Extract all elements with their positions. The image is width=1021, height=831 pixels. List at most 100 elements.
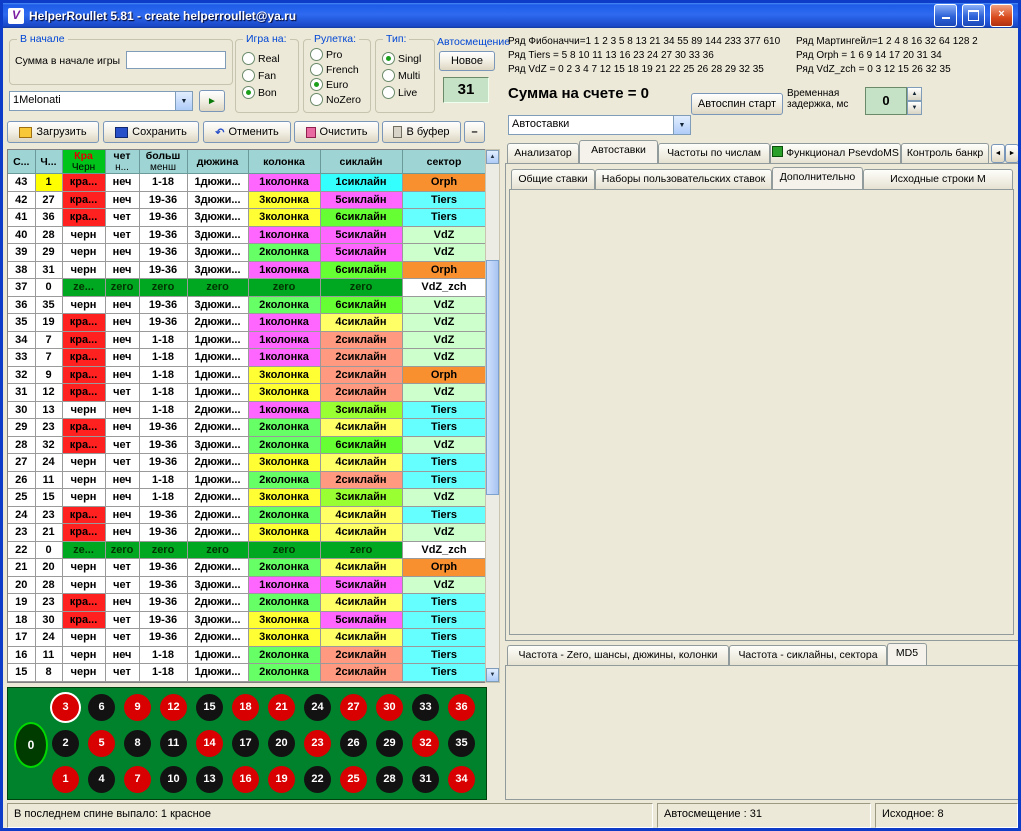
roulette-number[interactable]: 16 (232, 766, 259, 793)
table-row[interactable]: 4136кра...чет19-363дюжи...3колонка6сикла… (8, 209, 486, 227)
radio-fan[interactable]: Fan (242, 67, 276, 85)
roulette-number[interactable]: 17 (232, 730, 259, 757)
column-header[interactable]: КраЧерн (62, 150, 105, 174)
table-row[interactable]: 2724чернчет19-362дюжи...3колонка4сиклайн… (8, 454, 486, 472)
table-row[interactable]: 2423кра...неч19-362дюжи...2колонка4сикла… (8, 506, 486, 524)
tab-number-frequency[interactable]: Частоты по числам (658, 143, 770, 163)
scroll-up-icon[interactable]: ▲ (486, 150, 499, 164)
tab-psevdoms[interactable]: Функционал PsevdoMS (770, 143, 901, 163)
roulette-zero[interactable]: 0 (14, 722, 48, 768)
table-row[interactable]: 158чернчет1-181дюжи...2колонка2сиклайнTi… (8, 664, 486, 682)
roulette-number[interactable]: 32 (412, 730, 439, 757)
table-row[interactable]: 220ze...zerozerozerozerozeroVdZ_zch (8, 541, 486, 559)
maximize-button[interactable] (962, 4, 985, 27)
table-row[interactable]: 4227кра...неч19-363дюжи...3колонка5сикла… (8, 191, 486, 209)
roulette-number[interactable]: 19 (268, 766, 295, 793)
tab-bankroll-control[interactable]: Контроль банкр (901, 143, 989, 163)
table-row[interactable]: 2028чернчет19-363дюжи...1колонка5сиклайн… (8, 576, 486, 594)
table-row[interactable]: 2321кра...неч19-362дюжи...3колонка4сикла… (8, 524, 486, 542)
tab-source-strings[interactable]: Исходные строки М (863, 169, 1013, 189)
scroll-down-icon[interactable]: ▼ (486, 668, 499, 682)
table-row[interactable]: 347кра...неч1-181дюжи...1колонка2сиклайн… (8, 331, 486, 349)
start-sum-input[interactable] (126, 51, 226, 69)
roulette-number[interactable]: 23 (304, 730, 331, 757)
tab-md5[interactable]: MD5 (887, 643, 927, 665)
table-row[interactable]: 2923кра...неч19-362дюжи...2колонка4сикла… (8, 419, 486, 437)
roulette-number[interactable]: 30 (376, 694, 403, 721)
column-header[interactable]: дюжина (187, 150, 248, 174)
minimize-button[interactable] (934, 4, 957, 27)
radio-multi[interactable]: Multi (382, 67, 420, 85)
close-button[interactable]: × (990, 4, 1013, 27)
roulette-number[interactable]: 15 (196, 694, 223, 721)
chevron-down-icon[interactable]: ▼ (175, 92, 192, 110)
roulette-number[interactable]: 6 (88, 694, 115, 721)
roulette-number[interactable]: 28 (376, 766, 403, 793)
play-button[interactable]: ► (199, 90, 225, 112)
roulette-number[interactable]: 7 (124, 766, 151, 793)
tab-analyzer[interactable]: Анализатор (507, 143, 579, 163)
table-row[interactable]: 329кра...неч1-181дюжи...3колонка2сиклайн… (8, 366, 486, 384)
column-header[interactable]: сиклайн (320, 150, 402, 174)
roulette-number[interactable]: 21 (268, 694, 295, 721)
roulette-number[interactable]: 25 (340, 766, 367, 793)
collapse-button[interactable]: – (464, 121, 485, 143)
column-header[interactable]: четн... (105, 150, 139, 174)
profile-combo[interactable]: 1Melonati ▼ (9, 91, 193, 111)
roulette-number[interactable]: 20 (268, 730, 295, 757)
table-row[interactable]: 3635черннеч19-363дюжи...2колонка6сиклайн… (8, 296, 486, 314)
spin-down-icon[interactable]: ▼ (907, 101, 922, 115)
table-row[interactable]: 3519кра...неч19-362дюжи...1колонка4сикла… (8, 314, 486, 332)
table-row[interactable]: 1611черннеч1-181дюжи...2колонка2сиклайнT… (8, 646, 486, 664)
roulette-number[interactable]: 35 (448, 730, 475, 757)
roulette-number[interactable]: 14 (196, 730, 223, 757)
table-row[interactable]: 370ze...zerozerozerozerozeroVdZ_zch (8, 279, 486, 297)
radio-real[interactable]: Real (242, 50, 280, 68)
tab-scroll-right-icon[interactable]: ► (1005, 144, 1019, 163)
column-header[interactable]: С... (8, 150, 35, 174)
table-row[interactable]: 2611черннеч1-181дюжи...2колонка2сиклайнT… (8, 471, 486, 489)
roulette-number[interactable]: 22 (304, 766, 331, 793)
radio-bon[interactable]: Bon (242, 84, 277, 102)
tab-autobets[interactable]: Автоставки (579, 140, 658, 163)
clear-button[interactable]: Очистить (294, 121, 379, 143)
roulette-number[interactable]: 31 (412, 766, 439, 793)
tab-freq-zero-chances[interactable]: Частота - Zero, шансы, дюжины, колонки (507, 645, 729, 665)
roulette-number[interactable]: 11 (160, 730, 187, 757)
tab-common-bets[interactable]: Общие ставки (511, 169, 595, 189)
tab-extra[interactable]: Дополнительно (772, 167, 863, 189)
chevron-down-icon[interactable]: ▼ (673, 116, 690, 134)
to-buffer-button[interactable]: В буфер (382, 121, 461, 143)
column-header[interactable]: большменш (139, 150, 187, 174)
roulette-number[interactable]: 1 (52, 766, 79, 793)
table-row[interactable]: 4028чернчет19-363дюжи...1колонка5сиклайн… (8, 226, 486, 244)
column-header[interactable]: Ч... (35, 150, 62, 174)
tab-user-bet-sets[interactable]: Наборы пользовательских ставок (595, 169, 772, 189)
table-row[interactable]: 3013черннеч1-182дюжи...1колонка3сиклайнT… (8, 401, 486, 419)
save-button[interactable]: Сохранить (103, 121, 199, 143)
roulette-number[interactable]: 24 (304, 694, 331, 721)
roulette-number[interactable]: 4 (88, 766, 115, 793)
delay-spinner[interactable]: 0 ▲▼ (865, 87, 922, 115)
tab-scroll-left-icon[interactable]: ◄ (991, 144, 1005, 163)
autobets-combo[interactable]: Автоставки ▼ (508, 115, 691, 135)
roulette-number[interactable]: 27 (340, 694, 367, 721)
tab-freq-sixlines-sectors[interactable]: Частота - сиклайны, сектора (729, 645, 887, 665)
table-row[interactable]: 337кра...неч1-181дюжи...1колонка2сиклайн… (8, 349, 486, 367)
roulette-number[interactable]: 8 (124, 730, 151, 757)
roulette-number[interactable]: 10 (160, 766, 187, 793)
radio-live[interactable]: Live (382, 84, 417, 102)
roulette-number[interactable]: 5 (88, 730, 115, 757)
column-header[interactable]: сектор (402, 150, 486, 174)
roulette-number[interactable]: 9 (124, 694, 151, 721)
autospin-start-button[interactable]: Автоспин старт (691, 93, 783, 115)
roulette-number[interactable]: 13 (196, 766, 223, 793)
table-row[interactable]: 431кра...неч1-181дюжи...1колонка1сиклайн… (8, 174, 486, 192)
table-row[interactable]: 2832кра...чет19-363дюжи...2колонка6сикла… (8, 436, 486, 454)
table-row[interactable]: 1724чернчет19-362дюжи...3колонка4сиклайн… (8, 629, 486, 647)
roulette-number[interactable]: 12 (160, 694, 187, 721)
roulette-number[interactable]: 34 (448, 766, 475, 793)
roulette-number[interactable]: 36 (448, 694, 475, 721)
table-row[interactable]: 3929черннеч19-363дюжи...2колонка5сиклайн… (8, 244, 486, 262)
undo-button[interactable]: ↶Отменить (203, 121, 291, 143)
